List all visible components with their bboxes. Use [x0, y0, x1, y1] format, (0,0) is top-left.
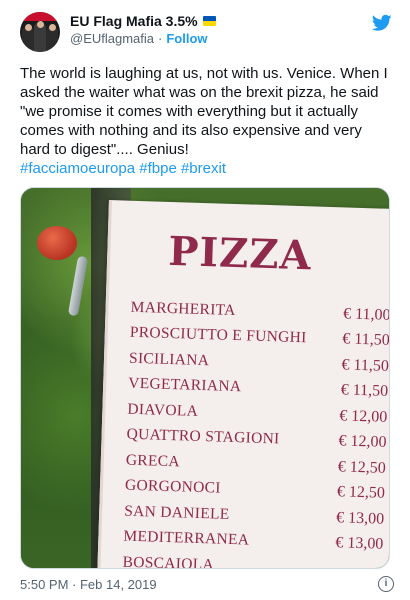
tweet-body: The world is laughing at us, not with us…: [20, 64, 392, 178]
hashtag-link[interactable]: #brexit: [181, 160, 226, 177]
hashtag-link[interactable]: #fbpe: [139, 160, 177, 177]
tweet-footer: 5:50 PM · Feb 14, 2019 i: [20, 575, 394, 593]
hashtag-link[interactable]: #facciamoeuropa: [20, 160, 135, 177]
user-info: EU Flag Mafia 3.5% @EUflagmafia · Follow: [70, 12, 216, 48]
avatar[interactable]: [20, 12, 60, 52]
display-name[interactable]: EU Flag Mafia 3.5%: [70, 12, 198, 30]
menu-board: PIZZA MARGHERITA € 11,00 PROSCIUTTO E FUN…: [97, 200, 389, 568]
tomato-decoration: [37, 226, 77, 260]
tweet-header: EU Flag Mafia 3.5% @EUflagmafia · Follow: [20, 12, 394, 56]
ukraine-flag-icon: [202, 16, 216, 26]
follow-button[interactable]: Follow: [166, 30, 207, 48]
hashtag-list: #facciamoeuropa #fbpe #brexit: [20, 159, 392, 178]
tweet-text: The world is laughing at us, not with us…: [20, 65, 388, 158]
sign-title: PIZZA: [167, 227, 313, 280]
info-icon[interactable]: i: [378, 576, 394, 592]
tweet-card: EU Flag Mafia 3.5% @EUflagmafia · Follow…: [0, 0, 410, 600]
user-handle[interactable]: @EUflagmafia: [70, 30, 154, 48]
menu-list: MARGHERITA € 11,00 PROSCIUTTO E FUNGHI € 1…: [122, 295, 389, 568]
tweet-photo[interactable]: PIZZA MARGHERITA € 11,00 PROSCIUTTO E FUN…: [20, 187, 390, 569]
twitter-bird-icon[interactable]: [372, 14, 392, 32]
timestamp[interactable]: 5:50 PM · Feb 14, 2019: [20, 577, 157, 592]
separator-dot: ·: [158, 31, 163, 46]
